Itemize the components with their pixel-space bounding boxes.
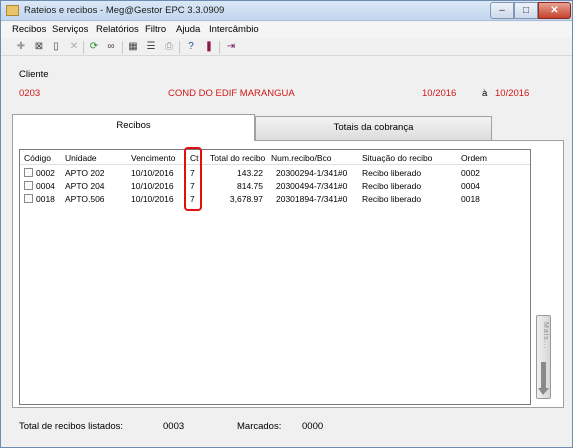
menu-ajuda[interactable]: Ajuda	[176, 24, 200, 35]
cell-ordem: 0018	[461, 194, 480, 204]
client-name: COND DO EDIF MARANGUA	[168, 88, 295, 99]
table-row[interactable]: 0018 APTO.506 10/10/2016 7 3,678.97 2030…	[20, 193, 530, 205]
col-vencimento[interactable]: Vencimento	[131, 153, 175, 163]
listed-label: Total de recibos listados:	[19, 421, 124, 432]
row-checkbox[interactable]	[24, 181, 33, 190]
cell-unidade: APTO.506	[65, 194, 105, 204]
client-label: Cliente	[19, 69, 49, 80]
cancel-icon[interactable]: ✕	[68, 41, 80, 53]
tab-totais-cobranca[interactable]: Totais da cobrança	[255, 116, 492, 140]
delete-icon[interactable]: ⊠	[33, 41, 45, 53]
menu-relatorios[interactable]: Relatórios	[96, 24, 139, 35]
cell-situacao: Recibo liberado	[362, 181, 422, 191]
col-unidade[interactable]: Unidade	[65, 153, 97, 163]
cell-num-recibo: 20300294-1/341#0	[276, 168, 348, 178]
toolbar: ✚ ⊠ ▯ ✕ ⟳ ∞ ▦ ☰ ⎙ ? ❚ ⇥	[1, 38, 572, 56]
menu-servicos[interactable]: Serviços	[52, 24, 88, 35]
cell-ordem: 0004	[461, 181, 480, 191]
tab-recibos[interactable]: Recibos	[12, 114, 255, 141]
menu-filtro[interactable]: Filtro	[145, 24, 166, 35]
col-num-recibo[interactable]: Num.recibo/Bco	[271, 153, 331, 163]
row-checkbox[interactable]	[24, 194, 33, 203]
menu-recibos[interactable]: Recibos	[12, 24, 46, 35]
cell-vencimento: 10/10/2016	[131, 181, 174, 191]
marked-value: 0000	[302, 421, 324, 432]
print-icon[interactable]: ⎙	[163, 41, 175, 53]
table-row[interactable]: 0004 APTO 204 10/10/2016 7 814.75 203004…	[20, 180, 530, 192]
app-window: Rateios e recibos - Meg@Gestor EPC 3.3.0…	[0, 0, 573, 448]
help-icon[interactable]: ?	[185, 41, 197, 53]
mais-button[interactable]: Mais...	[536, 315, 551, 399]
cell-situacao: Recibo liberado	[362, 194, 422, 204]
cell-total: 3,678.97	[229, 194, 263, 204]
toolbar-separator	[83, 41, 84, 54]
toolbar-separator	[122, 41, 123, 54]
minimize-button[interactable]: –	[490, 2, 514, 19]
mais-label: Mais...	[542, 322, 549, 350]
maximize-button[interactable]: □	[514, 2, 538, 19]
binoculars-icon[interactable]: ∞	[105, 41, 117, 53]
cell-unidade: APTO 202	[65, 168, 105, 178]
cell-unidade: APTO 204	[65, 181, 105, 191]
cell-num-recibo: 20300494-7/341#0	[276, 181, 348, 191]
listed-value: 0003	[163, 421, 185, 432]
menu-bar: Recibos Serviços Relatórios Filtro Ajuda…	[1, 22, 572, 38]
menu-intercambio[interactable]: Intercâmbio	[209, 24, 259, 35]
row-checkbox[interactable]	[24, 168, 33, 177]
add-icon[interactable]: ✚	[15, 41, 27, 53]
client-code: 0203	[19, 88, 41, 99]
col-total[interactable]: Total do recibo	[210, 153, 265, 163]
document-icon[interactable]: ▯	[50, 41, 62, 53]
receipts-table: Código Unidade Vencimento Ct Total do re…	[19, 149, 531, 405]
app-icon	[6, 5, 19, 16]
table-row[interactable]: 0002 APTO 202 10/10/2016 7 143.22 203002…	[20, 167, 530, 179]
cell-vencimento: 10/10/2016	[131, 194, 174, 204]
col-codigo[interactable]: Código	[24, 153, 51, 163]
books-icon[interactable]: ❚	[203, 41, 215, 53]
title-bar[interactable]: Rateios e recibos - Meg@Gestor EPC 3.3.0…	[1, 1, 572, 21]
arrow-down-icon	[538, 362, 549, 395]
window-title: Rateios e recibos - Meg@Gestor EPC 3.3.0…	[24, 5, 225, 16]
table-header: Código Unidade Vencimento Ct Total do re…	[20, 150, 530, 165]
col-ordem[interactable]: Ordem	[461, 153, 487, 163]
cell-codigo: 0004	[36, 181, 55, 191]
refresh-icon[interactable]: ⟳	[88, 41, 100, 53]
toolbar-separator	[219, 41, 220, 54]
exit-icon[interactable]: ⇥	[225, 41, 237, 53]
col-situacao[interactable]: Situação do recibo	[362, 153, 432, 163]
date-separator: à	[482, 88, 488, 99]
close-button[interactable]: ✕	[538, 2, 571, 19]
date-to: 10/2016	[495, 88, 530, 99]
cell-codigo: 0002	[36, 168, 55, 178]
cell-total: 143.22	[237, 168, 263, 178]
cell-num-recibo: 20301894-7/341#0	[276, 194, 348, 204]
ct-column-highlight	[184, 147, 202, 211]
cell-total: 814.75	[237, 181, 263, 191]
cell-ordem: 0002	[461, 168, 480, 178]
cell-vencimento: 10/10/2016	[131, 168, 174, 178]
date-from: 10/2016	[422, 88, 457, 99]
list-icon[interactable]: ☰	[145, 41, 157, 53]
grid-icon[interactable]: ▦	[127, 41, 139, 53]
cell-situacao: Recibo liberado	[362, 168, 422, 178]
cell-codigo: 0018	[36, 194, 55, 204]
marked-label: Marcados:	[237, 421, 282, 432]
toolbar-separator	[179, 41, 180, 54]
